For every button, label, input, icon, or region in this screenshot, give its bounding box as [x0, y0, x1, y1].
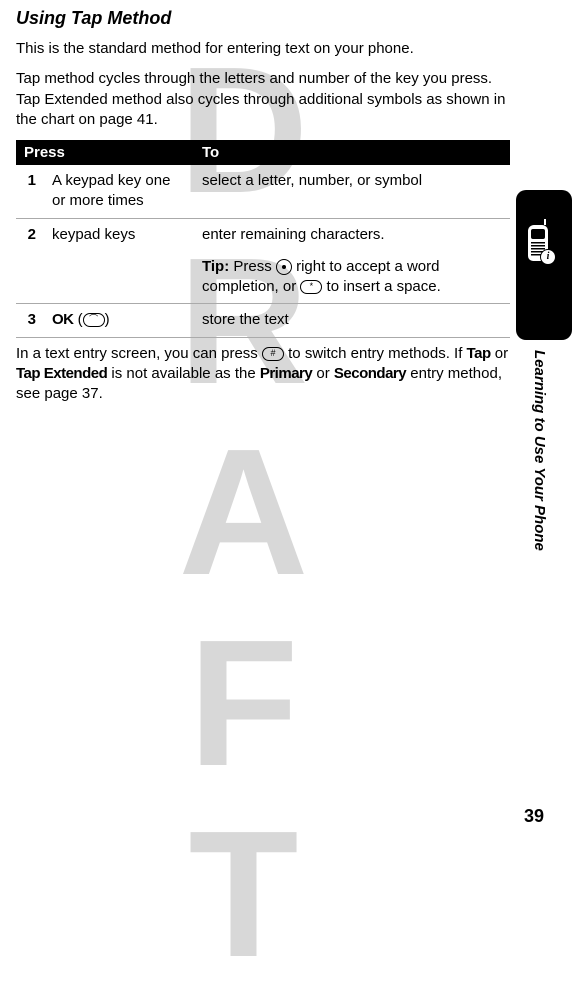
header-press: Press [16, 140, 194, 165]
step-number: 1 [16, 165, 44, 218]
table-row-tip: Tip: Press right to accept a word comple… [16, 251, 510, 304]
tip-cell: Tip: Press right to accept a word comple… [194, 251, 510, 304]
header-to: To [194, 140, 510, 165]
info-badge-icon: i [540, 249, 556, 265]
to-cell: store the text [194, 304, 510, 337]
intro-paragraph-1: This is the standard method for entering… [16, 39, 510, 59]
closing-paragraph: In a text entry screen, you can press # … [16, 344, 510, 405]
step-number: 2 [16, 218, 44, 251]
table-row: 2 keypad keys enter remaining characters… [16, 218, 510, 251]
intro-paragraph-2: Tap method cycles through the letters an… [16, 69, 510, 130]
hash-key-icon: # [262, 347, 284, 361]
press-cell: A keypad key one or more times [44, 165, 194, 218]
phone-icon: i [528, 225, 548, 261]
section-label: Learning to Use Your Phone [531, 350, 548, 551]
nav-key-icon [276, 259, 292, 275]
to-cell: enter remaining characters. [194, 218, 510, 251]
step-number: 3 [16, 304, 44, 337]
press-cell: keypad keys [44, 218, 194, 251]
to-cell: select a letter, number, or symbol [194, 165, 510, 218]
press-cell: OK (⌒) [44, 304, 194, 337]
page-number: 39 [524, 806, 544, 827]
table-row: 1 A keypad key one or more times select … [16, 165, 510, 218]
right-softkey-icon: ⌒ [83, 313, 105, 327]
table-row: 3 OK (⌒) store the text [16, 304, 510, 337]
page-heading: Using Tap Method [16, 8, 510, 29]
instructions-table: Press To 1 A keypad key one or more time… [16, 140, 510, 338]
star-key-icon: * [300, 280, 322, 294]
side-tab: i [516, 190, 572, 340]
